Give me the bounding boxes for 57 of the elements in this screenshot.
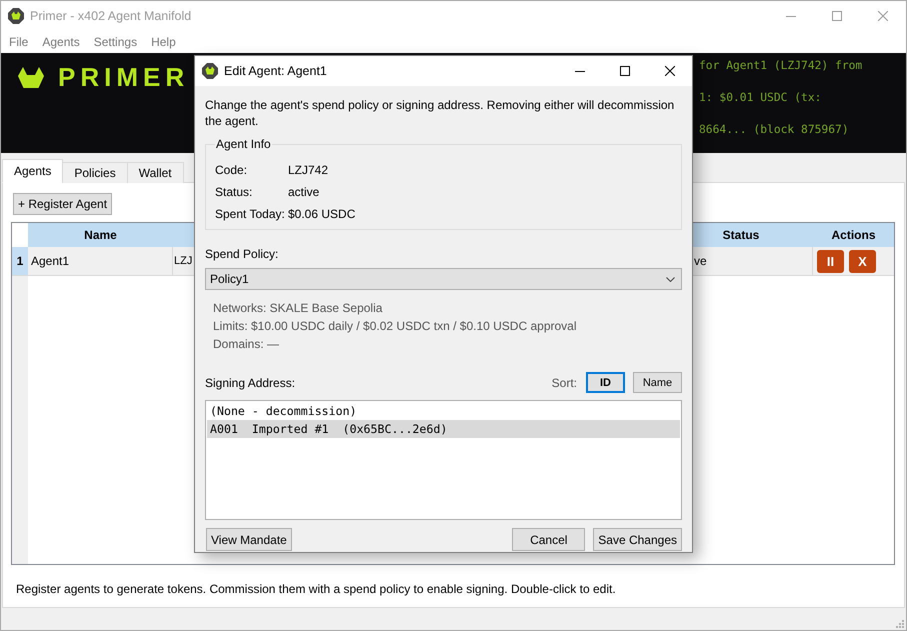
signing-address-label: Signing Address: xyxy=(205,376,296,390)
resize-grip-icon[interactable] xyxy=(895,619,904,628)
close-icon xyxy=(664,66,674,76)
info-value: active xyxy=(288,185,320,199)
dialog-title: Edit Agent: Agent1 xyxy=(224,64,327,78)
spend-policy-dropdown[interactable]: Policy1 xyxy=(205,268,682,290)
dialog-button[interactable]: Save Changes xyxy=(593,528,682,551)
window-title: Primer - x402 Agent Manifold xyxy=(30,9,192,23)
maximize-icon xyxy=(832,11,842,21)
menu-item[interactable]: Help xyxy=(144,35,183,49)
tab[interactable]: Policies xyxy=(62,162,128,183)
dialog-description: Change the agent's spend policy or signing address. Removing either will decommission the agent. xyxy=(205,97,676,129)
action-button[interactable]: X xyxy=(849,250,876,272)
log-line: for Agent1 (LZJ742) from xyxy=(699,59,862,73)
dialog-button[interactable]: View Mandate xyxy=(206,528,292,551)
menu-item[interactable]: Agents xyxy=(35,35,87,49)
agent-name: Agent1 xyxy=(31,254,70,268)
register-agent-button[interactable]: + Register Agent xyxy=(13,193,112,215)
spend-policy-label: Spend Policy: xyxy=(205,247,278,261)
log-line: 1: $0.01 USDC (tx: xyxy=(699,91,822,105)
menu-item[interactable]: Settings xyxy=(86,35,144,49)
tab[interactable]: Agents xyxy=(2,159,64,183)
action-button[interactable]: II xyxy=(817,250,844,272)
tab[interactable]: Wallet xyxy=(126,162,184,183)
list-item[interactable]: A001 Imported #1 (0x65BC...2e6d) xyxy=(207,420,680,438)
agent-code: LZJ xyxy=(174,255,192,267)
minimize-icon xyxy=(574,70,584,72)
policy-detail: Limits: $10.00 USDC daily / $0.02 USDC txn / $0.10 USDC approval xyxy=(213,318,576,335)
info-value: $0.06 USDC xyxy=(288,207,356,221)
app-logo-icon xyxy=(8,8,24,24)
column-header: Actions xyxy=(831,228,876,242)
logo-icon xyxy=(18,66,44,88)
policy-detail: Networks: SKALE Base Sepolia xyxy=(213,300,382,317)
logo-text: PRIMER xyxy=(58,65,190,89)
menu-item[interactable]: File xyxy=(2,35,36,49)
sort-button[interactable]: ID xyxy=(586,372,625,393)
dialog-button[interactable]: Cancel xyxy=(512,528,586,551)
list-item[interactable]: (None - decommission) xyxy=(207,402,680,420)
agent-status: ve xyxy=(694,254,707,268)
row-number: 1 xyxy=(12,247,28,276)
log-line: 8664... (block 875967) xyxy=(699,123,850,137)
sort-button[interactable]: Name xyxy=(633,372,682,393)
maximize-icon xyxy=(620,66,630,76)
group-title: Agent Info xyxy=(215,137,272,151)
column-header: Status xyxy=(722,228,760,242)
status-text: Register agents to generate tokens. Commission them with a spend policy to enable signing. Double-click to edit. xyxy=(16,582,616,596)
column-header: Name xyxy=(84,228,117,242)
info-label: Code: xyxy=(215,163,248,177)
sort-label: Sort: xyxy=(552,376,577,390)
app-logo-icon xyxy=(202,63,218,79)
policy-detail: Domains: — xyxy=(213,336,280,353)
info-value: LZJ742 xyxy=(288,163,330,177)
info-label: Spent Today: xyxy=(215,207,286,221)
info-label: Status: xyxy=(215,185,254,199)
signing-address-list[interactable]: (None - decommission) A001 Imported #1 (0x65BC...2e6d) xyxy=(205,400,682,520)
close-icon xyxy=(878,11,888,21)
chevron-down-icon xyxy=(666,276,675,282)
